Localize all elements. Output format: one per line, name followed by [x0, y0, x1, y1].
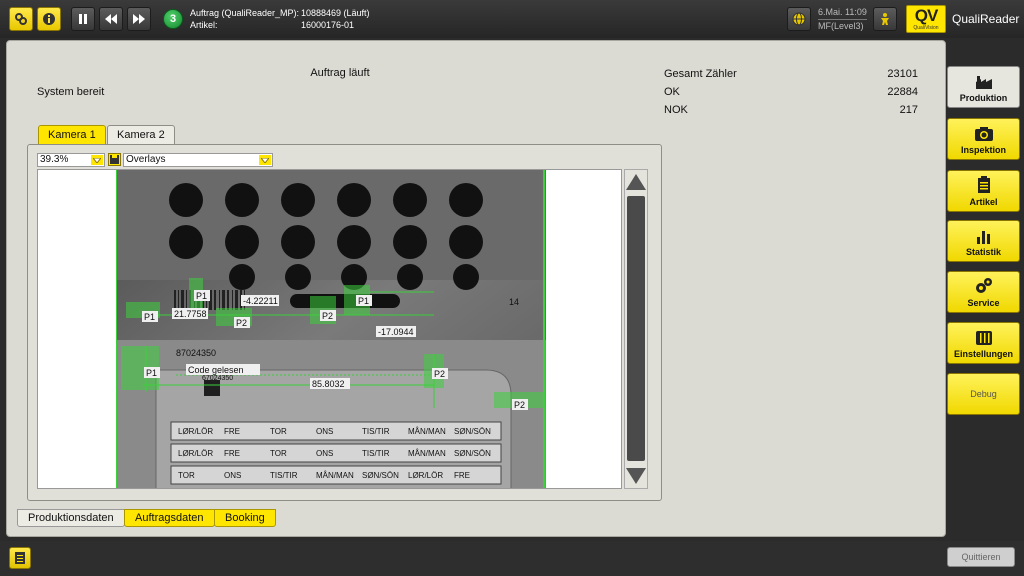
nav-debug[interactable]: Debug — [947, 373, 1020, 415]
label-table-cell: FRE — [224, 449, 240, 458]
order-info: Auftrag (QualiReader_MP): 10888469 (Läuft… — [190, 7, 370, 31]
user-text: MF(Level3) — [818, 21, 864, 31]
counters-panel: Gesamt Zähler 23101 OK 22884 NOK 217 — [664, 66, 918, 120]
label-table-cell: TIS/TIR — [270, 471, 298, 480]
overlay-label: P2 — [514, 400, 525, 410]
overlay-label: P1 — [358, 296, 369, 306]
label-table-cell: SØN/SÖN — [454, 449, 491, 458]
gears-icon — [975, 278, 992, 293]
camera-icon — [974, 127, 993, 141]
label-table-cell: ONS — [316, 427, 333, 436]
overlay-label: P1 — [196, 291, 207, 301]
code-read-label: Code gelesen — [188, 365, 244, 375]
measure-label: 85.8032 — [312, 379, 345, 389]
label-table-cell: SØN/SÖN — [454, 427, 491, 436]
counter-row-total: Gesamt Zähler 23101 — [664, 68, 918, 80]
label-table-cell: FRE — [224, 427, 240, 436]
overlay-label: P2 — [236, 318, 247, 328]
pause-icon[interactable] — [71, 7, 95, 31]
tab-kamera-2[interactable]: Kamera 2 — [107, 125, 175, 145]
label-table-cell: TIS/TIR — [362, 449, 390, 458]
measure-label: -17.0944 — [378, 327, 414, 337]
order-state-text: Auftrag läuft — [310, 67, 370, 79]
overlay-label: P2 — [322, 311, 333, 321]
scroll-down-icon[interactable] — [625, 466, 647, 486]
scroll-thumb[interactable] — [627, 196, 645, 461]
label-table-cell: LØR/LÖR — [178, 427, 213, 436]
info-icon[interactable] — [37, 7, 61, 31]
label-table-cell: LØR/LÖR — [178, 449, 213, 458]
label-table-cell: MÅN/MAN — [408, 427, 446, 436]
label-table-cell: TOR — [270, 427, 287, 436]
top-bar: 3 Auftrag (QualiReader_MP): 10888469 (Läu… — [0, 0, 1024, 38]
save-icon[interactable] — [108, 153, 121, 166]
qualivision-logo: QV QualiVision — [906, 5, 946, 33]
label-table-cell: LØR/LÖR — [408, 471, 443, 480]
log-icon[interactable] — [9, 547, 31, 569]
label-table-cell: TIS/TIR — [362, 427, 390, 436]
system-status-text: System bereit — [37, 86, 105, 98]
label-table-cell: FRE — [454, 471, 470, 480]
print-code-text: 87024350 — [176, 348, 216, 358]
nav-inspektion[interactable]: Inspektion — [947, 118, 1020, 160]
vertical-scrollbar[interactable] — [624, 169, 648, 489]
overlay-select[interactable]: Overlays — [123, 153, 273, 167]
app-name: QualiReader — [952, 12, 1020, 26]
quit-button[interactable]: Quittieren — [947, 547, 1015, 567]
link-icon[interactable] — [9, 7, 33, 31]
rewind-icon[interactable] — [99, 7, 123, 31]
overlay-label: P1 — [144, 312, 155, 322]
camera-viewport[interactable]: LØR/LÖR FRE TOR ONS TIS/TIR MÅN/MAN SØN/SÖN LØR… — [37, 169, 622, 489]
sliders-icon — [975, 331, 992, 345]
bar-chart-icon — [976, 231, 990, 244]
label-table-cell: TOR — [270, 449, 287, 458]
datetime-user: 6.Mai. 11:09 MF(Level3) — [818, 6, 867, 33]
label-table-cell: TOR — [178, 471, 195, 480]
counter-row-nok: NOK 217 — [664, 104, 918, 116]
nav-statistik[interactable]: Statistik — [947, 220, 1020, 262]
fast-forward-icon[interactable] — [127, 7, 151, 31]
nav-einstellungen[interactable]: Einstellungen — [947, 322, 1020, 364]
cycle-count-badge: 3 — [163, 9, 183, 29]
nav-produktion[interactable]: Produktion — [947, 66, 1020, 108]
nav-service[interactable]: Service — [947, 271, 1020, 313]
measure-label: -4.22211 — [243, 296, 278, 306]
user-icon[interactable] — [873, 7, 897, 31]
overlay-label: P1 — [146, 368, 157, 378]
order-label: Auftrag (QualiReader_MP): — [190, 8, 300, 18]
measure-label: 21.7758 — [174, 309, 207, 319]
factory-icon — [975, 76, 992, 89]
tab-produktionsdaten[interactable]: Produktionsdaten — [17, 509, 125, 527]
globe-icon[interactable] — [787, 7, 811, 31]
date-text: 6.Mai. 11:09 — [818, 6, 867, 20]
nav-artikel[interactable]: Artikel — [947, 170, 1020, 212]
camera-image: LØR/LÖR FRE TOR ONS TIS/TIR MÅN/MAN SØN/SÖN LØR… — [116, 170, 546, 488]
label-table-cell: SØN/SÖN — [362, 471, 399, 480]
article-value: 16000176-01 — [301, 20, 355, 30]
bottom-bar: Quittieren — [0, 541, 1024, 576]
overlay-label: P2 — [434, 369, 445, 379]
clipboard-icon — [977, 176, 990, 193]
print-side-text: 14 — [509, 297, 519, 307]
article-label: Artikel: — [190, 20, 218, 30]
scroll-up-icon[interactable] — [625, 172, 647, 192]
chevron-down-icon — [259, 155, 271, 165]
label-table-cell: MÅN/MAN — [316, 471, 354, 480]
tab-kamera-1[interactable]: Kamera 1 — [38, 125, 106, 145]
tab-booking[interactable]: Booking — [214, 509, 276, 527]
counter-row-ok: OK 22884 — [664, 86, 918, 98]
tab-auftragsdaten[interactable]: Auftragsdaten — [124, 509, 215, 527]
chevron-down-icon — [91, 155, 103, 165]
order-value: 10888469 (Läuft) — [301, 8, 370, 18]
label-table-cell: MÅN/MAN — [408, 449, 446, 458]
label-table-cell: ONS — [224, 471, 241, 480]
code-small-text: 67024350 — [202, 375, 233, 382]
label-table-cell: ONS — [316, 449, 333, 458]
zoom-select[interactable]: 39.3% — [37, 153, 105, 167]
